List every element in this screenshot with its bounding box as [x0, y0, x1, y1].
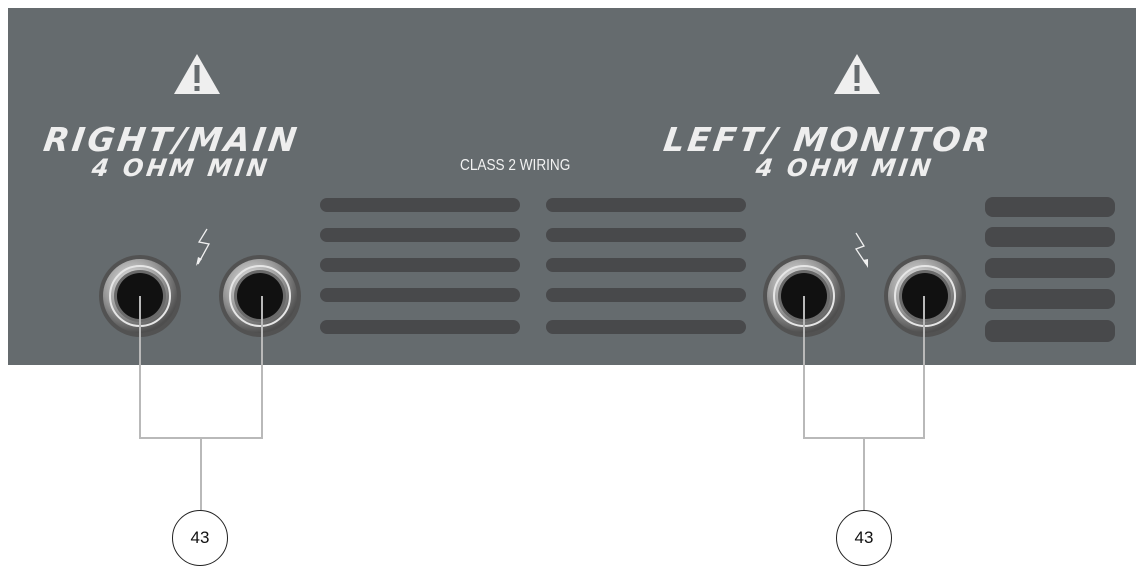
callout-number-left: 43 — [172, 510, 228, 566]
callout-number-right: 43 — [836, 510, 892, 566]
callout-leader-lines — [139, 296, 925, 510]
